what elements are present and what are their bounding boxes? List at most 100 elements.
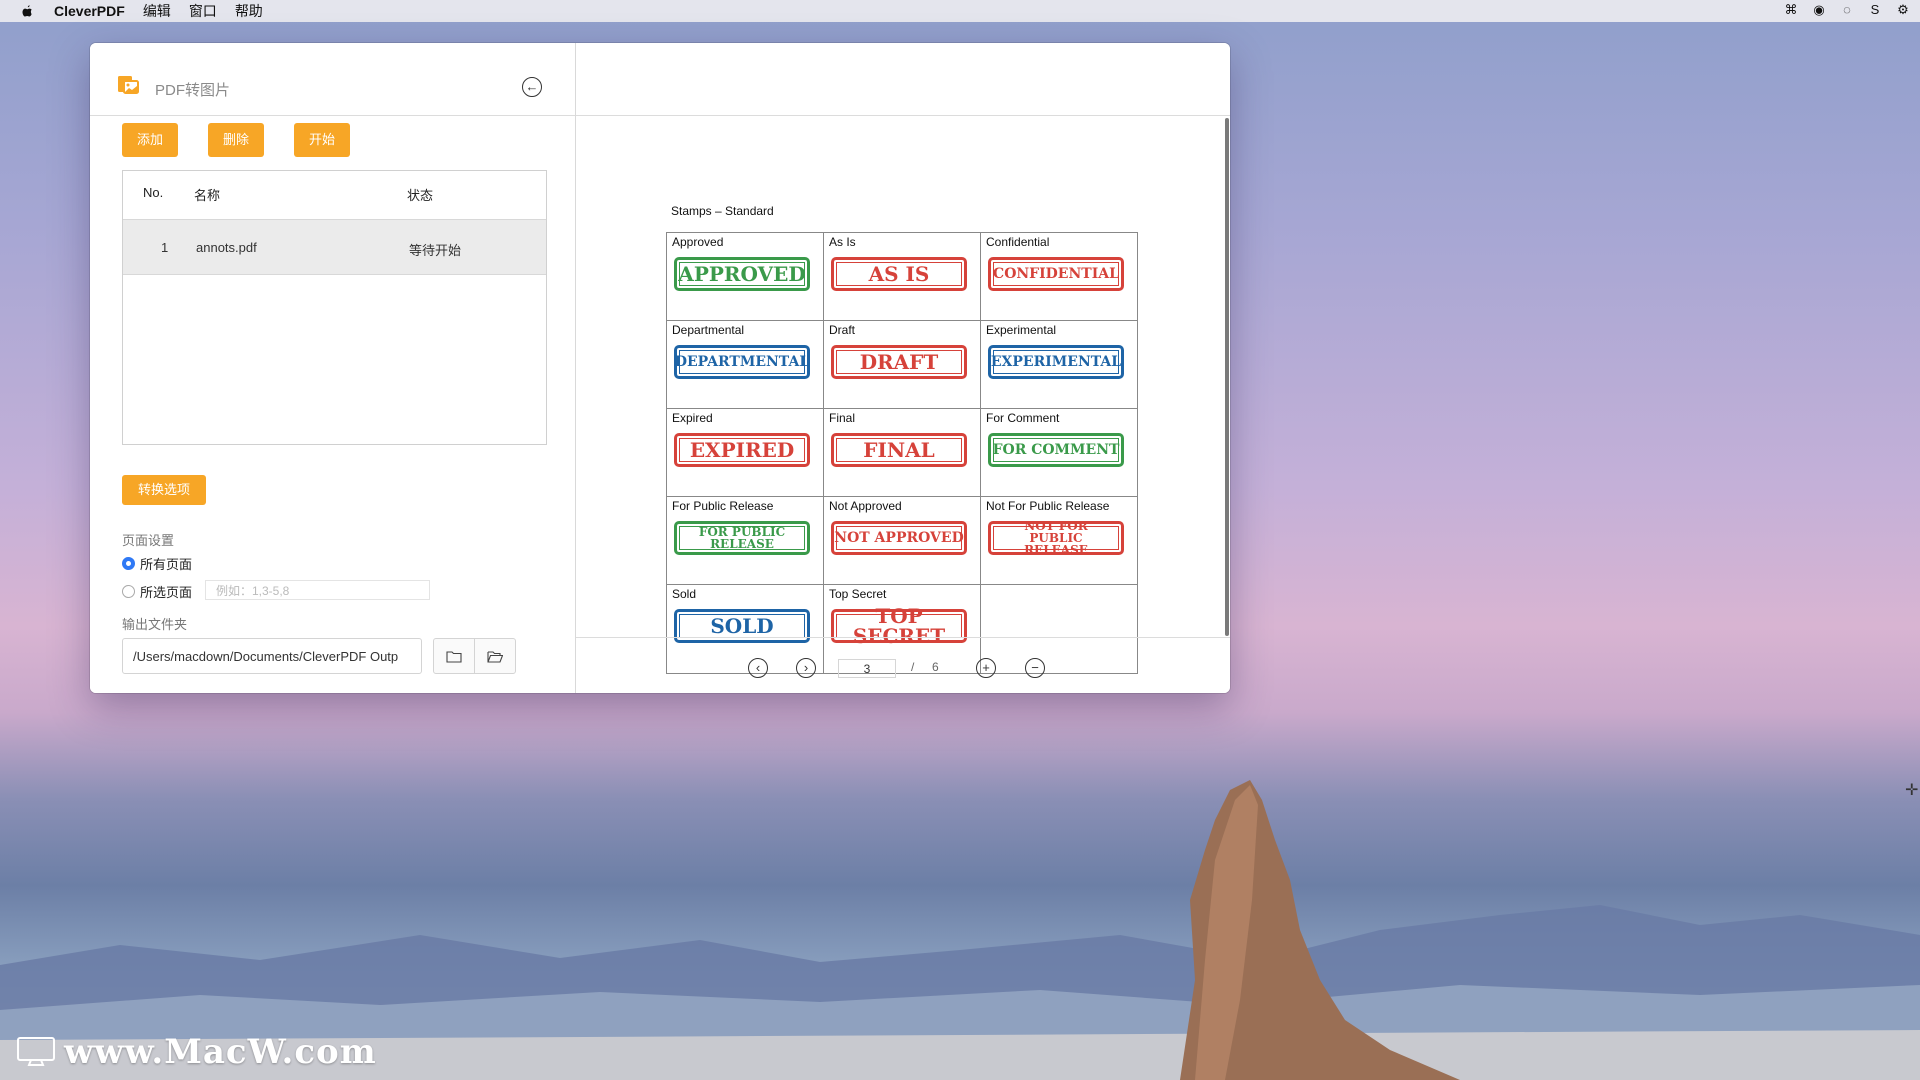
- open-folder-button[interactable]: [474, 638, 516, 674]
- radio-all-pages[interactable]: 所有页面: [122, 554, 192, 573]
- stamp-image: FOR COMMENT: [988, 433, 1124, 467]
- stamp-label: Not Approved: [829, 499, 902, 513]
- stamp-image: FOR PUBLIC RELEASE: [674, 521, 810, 555]
- screenshot-icon[interactable]: ◉: [1810, 2, 1828, 18]
- page-number-input[interactable]: 3: [838, 659, 896, 678]
- previous-page-button[interactable]: ‹: [748, 658, 768, 678]
- back-arrow-icon: ←: [525, 79, 539, 94]
- stamp-label: Draft: [829, 323, 856, 337]
- radio-selected-pages[interactable]: 所选页面: [122, 582, 192, 601]
- row-number: 1: [161, 240, 169, 255]
- menu-edit[interactable]: 编辑: [143, 1, 171, 21]
- stamp-label: Not For Public Release: [986, 499, 1110, 513]
- stamp-cell: For Comment FOR COMMENT: [981, 409, 1137, 497]
- page-separator: /: [911, 660, 915, 674]
- document-title: Stamps – Standard: [671, 204, 774, 218]
- status-area: ⌘ ◉ ◌ S ⚙: [1782, 2, 1912, 18]
- page-settings-label: 页面设置: [122, 533, 175, 548]
- stamp-cell: Departmental DEPARTMENTAL: [667, 321, 824, 409]
- output-folder-label: 输出文件夹: [122, 617, 188, 632]
- preview-panel: Stamps – Standard Approved APPROVED As Is A…: [576, 43, 1230, 693]
- stamp-label: Confidential: [986, 235, 1050, 249]
- command-icon[interactable]: ⌘: [1782, 2, 1800, 18]
- minus-icon: −: [1031, 660, 1039, 675]
- stamp-label: For Public Release: [672, 499, 774, 513]
- stamp-cell: Draft DRAFT: [824, 321, 981, 409]
- stamp-cell: Expired EXPIRED: [667, 409, 824, 497]
- stamp-label: Top Secret: [829, 587, 887, 601]
- radio-unchecked-icon: [122, 585, 135, 598]
- stamp-label: Sold: [672, 587, 697, 601]
- zoom-out-button[interactable]: −: [1025, 658, 1045, 678]
- left-panel: PDF转图片 ← 添加 删除 开始 No. 名称 状态 1 annots.pdf…: [90, 43, 576, 693]
- stamp-image: EXPERIMENTAL: [988, 345, 1124, 379]
- preview-toolbar: [576, 43, 1230, 116]
- apple-menu-icon[interactable]: [20, 4, 34, 18]
- s-app-icon[interactable]: S: [1866, 2, 1884, 18]
- table-row[interactable]: 1 annots.pdf 等待开始: [123, 220, 546, 275]
- stamp-image: DRAFT: [831, 345, 967, 379]
- stamp-label: Departmental: [672, 323, 745, 337]
- next-page-button[interactable]: ›: [796, 658, 816, 678]
- pdf-to-image-icon: [118, 76, 139, 94]
- menu-window[interactable]: 窗口: [189, 1, 217, 21]
- stamp-label: Final: [829, 411, 856, 425]
- back-button[interactable]: ←: [522, 77, 542, 97]
- radio-checked-icon: [122, 557, 135, 570]
- column-header-no[interactable]: No.: [143, 185, 163, 200]
- folder-icon: [446, 650, 462, 663]
- chevron-left-icon: ‹: [755, 660, 761, 675]
- stamp-image: FINAL: [831, 433, 967, 467]
- crosshair-cursor-icon: ✛: [1905, 782, 1919, 799]
- row-file-name: annots.pdf: [196, 240, 257, 255]
- column-header-status[interactable]: 状态: [407, 185, 433, 204]
- stamp-image: EXPIRED: [674, 433, 810, 467]
- stamp-image: AS IS: [831, 257, 967, 291]
- preview-scrollbar[interactable]: [1225, 118, 1229, 636]
- stamp-image: APPROVED: [674, 257, 810, 291]
- delete-button[interactable]: 删除: [208, 123, 264, 157]
- stamp-image: NOT FOR PUBLIC RELEASE: [988, 520, 1124, 556]
- page-total: 6: [932, 660, 939, 674]
- stamp-image: CONFIDENTIAL: [988, 257, 1124, 291]
- stamp-grid: Approved APPROVED As Is AS IS Confidential CO…: [666, 232, 1138, 674]
- page-range-input[interactable]: 例如：1,3-5,8: [205, 580, 430, 600]
- radio-all-pages-label: 所有页面: [140, 557, 193, 572]
- stamp-cell: Not For Public Release NOT FOR PUBLIC REL…: [981, 497, 1137, 585]
- watermark: www.MacW.com: [64, 1032, 377, 1072]
- stamp-cell: Experimental EXPERIMENTAL: [981, 321, 1137, 409]
- stamp-label: For Comment: [986, 411, 1060, 425]
- add-button[interactable]: 添加: [122, 123, 178, 157]
- pager-bar: ‹ › 3 / 6 + −: [576, 637, 1230, 693]
- monitor-logo-icon: [17, 1037, 55, 1066]
- radio-selected-pages-label: 所选页面: [140, 585, 193, 600]
- stamp-image: NOT APPROVED: [831, 521, 967, 555]
- column-header-name[interactable]: 名称: [194, 185, 220, 204]
- table-header: No. 名称 状态: [123, 171, 546, 220]
- menu-bar: CleverPDF 编辑 窗口 帮助 ⌘ ◉ ◌ S ⚙: [0, 0, 1920, 22]
- stamp-cell: Not Approved NOT APPROVED: [824, 497, 981, 585]
- stamp-label: Expired: [672, 411, 713, 425]
- stamp-cell: Approved APPROVED: [667, 233, 824, 321]
- output-path-field[interactable]: /Users/macdown/Documents/CleverPDF Outp: [122, 638, 422, 674]
- pdf-preview[interactable]: Stamps – Standard Approved APPROVED As Is A…: [576, 116, 1226, 674]
- zoom-in-button[interactable]: +: [976, 658, 996, 678]
- panel-header: PDF转图片 ←: [90, 67, 575, 116]
- open-folder-icon: [487, 650, 503, 663]
- start-button[interactable]: 开始: [294, 123, 350, 157]
- stamp-cell: As Is AS IS: [824, 233, 981, 321]
- file-table: No. 名称 状态 1 annots.pdf 等待开始: [122, 170, 547, 445]
- menu-help[interactable]: 帮助: [235, 1, 263, 21]
- settings-icon[interactable]: ⚙: [1894, 2, 1912, 18]
- chevron-right-icon: ›: [803, 660, 809, 675]
- row-status: 等待开始: [409, 243, 462, 258]
- choose-folder-button[interactable]: [433, 638, 475, 674]
- stamp-label: Approved: [672, 235, 724, 249]
- stamp-label: As Is: [829, 235, 856, 249]
- conversion-options-button[interactable]: 转换选项: [122, 475, 206, 505]
- plus-icon: +: [982, 660, 990, 675]
- menu-app-name[interactable]: CleverPDF: [54, 3, 125, 19]
- stamp-label: Experimental: [986, 323, 1057, 337]
- chat-icon[interactable]: ◌: [1838, 2, 1856, 18]
- stamp-cell: Confidential CONFIDENTIAL: [981, 233, 1137, 321]
